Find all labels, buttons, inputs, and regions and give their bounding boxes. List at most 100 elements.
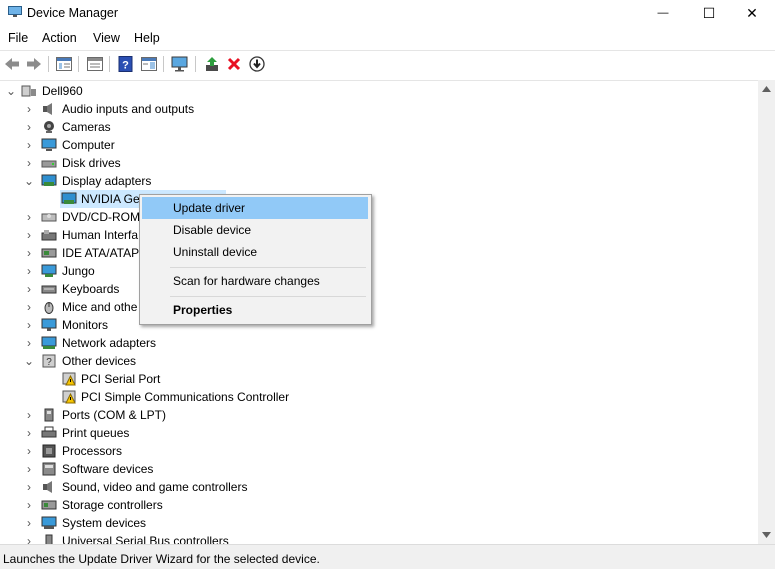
context-disable-device[interactable]: Disable device (142, 219, 368, 241)
chevron-right-icon[interactable]: › (24, 262, 34, 280)
properties-button[interactable] (86, 55, 104, 73)
tree-item-computer[interactable]: › Computer (0, 136, 300, 154)
tree-item-label: Storage controllers (62, 498, 163, 512)
tree-item-processors[interactable]: › Processors (0, 442, 300, 460)
tree-item-network-adapters[interactable]: › Network adapters (0, 334, 300, 352)
chevron-right-icon[interactable]: › (24, 100, 34, 118)
tree-item-label: Print queues (62, 426, 130, 440)
tree-root[interactable]: ⌄ Dell960 (0, 82, 300, 100)
tree-item-ports[interactable]: › Ports (COM & LPT) (0, 406, 300, 424)
forward-arrow-icon (27, 58, 41, 70)
scroll-up-icon[interactable] (762, 86, 771, 92)
title-bar: Device Manager — ☐ ✕ (0, 0, 775, 26)
context-update-driver[interactable]: Update driver (142, 197, 368, 219)
status-bar: Launches the Update Driver Wizard for th… (0, 544, 775, 569)
context-item-label: Properties (173, 303, 233, 317)
properties-icon (87, 57, 103, 71)
svg-text:?: ? (122, 60, 129, 72)
context-properties[interactable]: Properties (142, 299, 368, 321)
port-icon (44, 408, 54, 422)
close-button[interactable]: ✕ (729, 0, 775, 26)
tree-item-system-devices[interactable]: › System devices (0, 514, 300, 532)
chevron-right-icon[interactable]: › (24, 280, 34, 298)
network-icon (41, 336, 57, 349)
chevron-right-icon[interactable]: › (24, 424, 34, 442)
chevron-right-icon[interactable]: › (24, 460, 34, 478)
scan-hardware-button[interactable] (171, 55, 189, 73)
context-item-label: Update driver (173, 201, 246, 215)
menu-help[interactable]: Help (134, 31, 160, 45)
tree-item-other-devices[interactable]: ⌄ ? Other devices (0, 352, 300, 370)
help-icon: ? (118, 56, 133, 72)
scroll-down-icon[interactable] (762, 532, 771, 538)
tree-item-label: Keyboards (62, 282, 120, 296)
chevron-right-icon[interactable]: › (24, 118, 34, 136)
disable-device-button[interactable] (248, 55, 266, 73)
update-driver-icon (206, 57, 218, 71)
back-button[interactable] (3, 55, 21, 73)
chevron-right-icon[interactable]: › (24, 514, 34, 532)
action-pane-icon (141, 57, 157, 71)
tree-item-label: System devices (62, 516, 147, 530)
chevron-right-icon[interactable]: › (24, 298, 34, 316)
status-text: Launches the Update Driver Wizard for th… (3, 552, 320, 566)
tree-item-pci-simple-comm[interactable]: PCI Simple Communications Controller (0, 388, 320, 406)
camera-icon (44, 121, 54, 133)
chevron-down-icon[interactable]: ⌄ (6, 82, 16, 100)
chevron-right-icon[interactable]: › (24, 226, 34, 244)
maximize-button[interactable]: ☐ (686, 0, 732, 26)
show-hide-tree-button[interactable] (55, 55, 73, 73)
tree-root-label: Dell960 (42, 84, 83, 98)
tree-item-label: Sound, video and game controllers (62, 480, 248, 494)
tree-item-pci-serial-port[interactable]: PCI Serial Port (0, 370, 300, 388)
context-item-label: Uninstall device (173, 245, 258, 259)
system-device-icon (41, 516, 57, 529)
chevron-down-icon[interactable]: ⌄ (24, 172, 34, 190)
chevron-right-icon[interactable]: › (24, 478, 34, 496)
context-scan-hardware[interactable]: Scan for hardware changes (142, 270, 368, 292)
context-uninstall-device[interactable]: Uninstall device (142, 241, 368, 263)
chevron-right-icon[interactable]: › (24, 496, 34, 514)
tree-item-label: Disk drives (62, 156, 121, 170)
chevron-right-icon[interactable]: › (24, 442, 34, 460)
action-pane-button[interactable] (140, 55, 158, 73)
tree-item-print-queues[interactable]: › Print queues (0, 424, 300, 442)
tree-item-label: Cameras (62, 120, 111, 134)
minimize-button[interactable]: — (640, 0, 686, 26)
disable-device-icon (249, 56, 265, 72)
uninstall-device-icon (227, 57, 241, 71)
uninstall-device-button[interactable] (225, 55, 243, 73)
tree-item-display-adapters[interactable]: ⌄ Display adapters (0, 172, 300, 190)
other-devices-icon: ? (42, 354, 56, 368)
menu-file[interactable]: File (8, 31, 28, 45)
tree-item-cameras[interactable]: › Cameras (0, 118, 300, 136)
tree-item-label: Mice and othe (62, 300, 138, 314)
storage-icon (41, 500, 57, 510)
chevron-right-icon[interactable]: › (24, 136, 34, 154)
chevron-right-icon[interactable]: › (24, 208, 34, 226)
tree-item-storage[interactable]: › Storage controllers (0, 496, 300, 514)
tree-item-audio[interactable]: › Audio inputs and outputs (0, 100, 300, 118)
chevron-right-icon[interactable]: › (24, 334, 34, 352)
chevron-right-icon[interactable]: › (24, 244, 34, 262)
help-button[interactable]: ? (117, 55, 135, 73)
disk-drive-icon (41, 160, 57, 168)
tree-item-software-devices[interactable]: › Software devices (0, 460, 300, 478)
menu-view[interactable]: View (93, 31, 120, 45)
keyboard-icon (41, 285, 57, 294)
warning-device-icon (62, 390, 76, 404)
window-title: Device Manager (27, 6, 119, 20)
forward-button[interactable] (25, 55, 43, 73)
chevron-right-icon[interactable]: › (24, 154, 34, 172)
chevron-right-icon[interactable]: › (24, 406, 34, 424)
chevron-right-icon[interactable]: › (24, 316, 34, 334)
tree-item-sound[interactable]: › Sound, video and game controllers (0, 478, 300, 496)
minimize-icon: — (657, 7, 669, 19)
chevron-down-icon[interactable]: ⌄ (24, 352, 34, 370)
tree-item-disk-drives[interactable]: › Disk drives (0, 154, 300, 172)
tree-item-label: Processors (62, 444, 123, 458)
update-driver-button[interactable] (203, 55, 221, 73)
tree-item-label: Computer (62, 138, 115, 152)
menu-action[interactable]: Action (42, 31, 77, 45)
vertical-scrollbar[interactable] (758, 80, 775, 544)
